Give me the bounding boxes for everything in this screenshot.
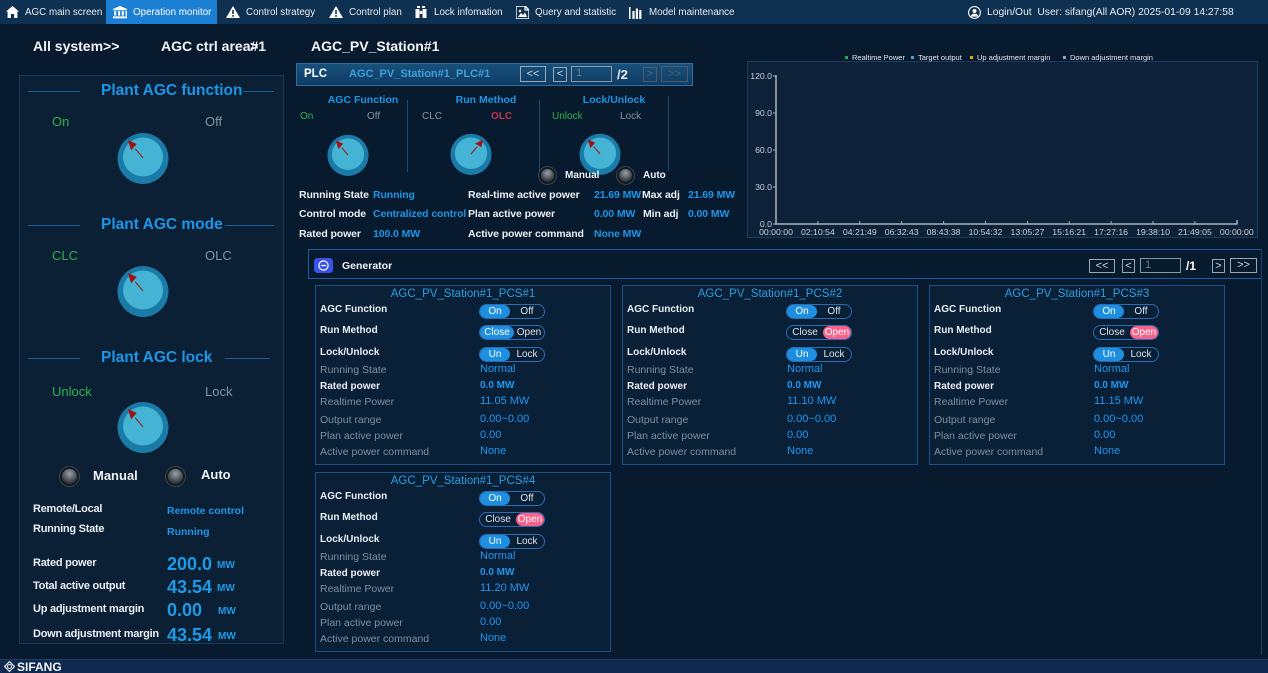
svg-text:13:05:27: 13:05:27: [1010, 227, 1044, 237]
svg-text:10:54:32: 10:54:32: [969, 227, 1003, 237]
svg-text:06:32:43: 06:32:43: [885, 227, 919, 237]
svg-text:08:43:38: 08:43:38: [927, 227, 961, 237]
svg-text:00:00:00: 00:00:00: [1220, 227, 1254, 237]
svg-text:90.0: 90.0: [755, 108, 772, 118]
svg-text:04:21:49: 04:21:49: [843, 227, 877, 237]
svg-text:02:10:54: 02:10:54: [801, 227, 835, 237]
svg-text:15:16:21: 15:16:21: [1052, 227, 1086, 237]
svg-text:30.0: 30.0: [755, 182, 772, 192]
svg-text:21:49:05: 21:49:05: [1178, 227, 1212, 237]
svg-text:00:00:00: 00:00:00: [759, 227, 793, 237]
svg-text:19:38:10: 19:38:10: [1136, 227, 1170, 237]
svg-text:120.0: 120.0: [750, 71, 772, 81]
svg-text:60.0: 60.0: [755, 145, 772, 155]
svg-text:17:27:16: 17:27:16: [1094, 227, 1128, 237]
